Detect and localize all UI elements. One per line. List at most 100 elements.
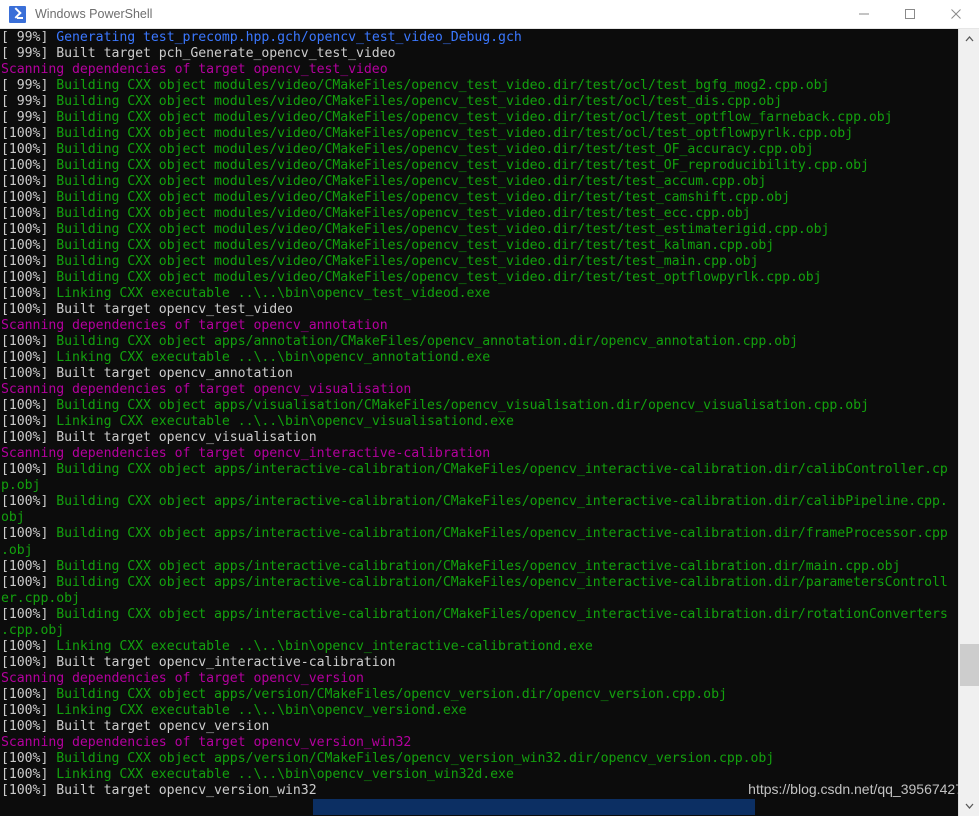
console-lines: [ 99%] Generating test_precomp.hpp.gch/o…	[0, 29, 958, 799]
scroll-up-icon	[965, 36, 973, 42]
scroll-down-button[interactable]	[959, 796, 979, 816]
console-line: [ 99%] Building CXX object modules/video…	[1, 78, 958, 94]
console-line-segment: Building CXX object modules/video/CMakeF…	[56, 174, 767, 190]
console-line-segment: [100%]	[1, 238, 57, 254]
console-line-segment: [100%]	[1, 126, 57, 142]
title-bar: Windows PowerShell	[0, 0, 979, 29]
console-line-segment: Building CXX object modules/video/CMakeF…	[56, 238, 775, 254]
console-line: [100%] Building CXX object modules/video…	[1, 174, 958, 190]
console-line-segment: Building CXX object modules/video/CMakeF…	[56, 222, 830, 238]
console-output-area[interactable]: [ 99%] Generating test_precomp.hpp.gch/o…	[0, 29, 958, 816]
console-line-segment: [100%] Built target opencv_visualisation	[1, 430, 317, 446]
console-line-segment: Linking CXX executable ..\..\bin\opencv_…	[56, 638, 593, 654]
console-line-segment: Building CXX object apps/interactive-cal…	[56, 494, 948, 510]
console-line: [100%] Building CXX object apps/interact…	[1, 607, 958, 623]
console-line-segment: Building CXX object apps/visualisation/C…	[56, 398, 869, 414]
console-line-segment: [100%]	[1, 158, 57, 174]
console-line: er.cpp.obj	[1, 591, 958, 607]
console-line: Scanning dependencies of target opencv_i…	[1, 446, 958, 462]
window-controls	[841, 0, 979, 28]
console-line-segment: Generating test_precomp.hpp.gch/opencv_t…	[56, 30, 522, 45]
console-line-segment: Scanning dependencies of target opencv_t…	[1, 62, 388, 78]
console-line-segment: Scanning dependencies of target opencv_v…	[1, 670, 364, 686]
console-line: [100%] Building CXX object apps/interact…	[1, 462, 958, 478]
console-line-segment: [100%]	[1, 606, 57, 622]
scroll-down-icon	[965, 803, 973, 809]
console-line: [ 99%] Building CXX object modules/video…	[1, 110, 958, 126]
console-line-segment: [100%]	[1, 190, 57, 206]
console-line: [100%] Building CXX object apps/interact…	[1, 575, 958, 591]
console-line-segment: [100%]	[1, 286, 57, 302]
console-line-segment: Building CXX object apps/interactive-cal…	[56, 462, 948, 478]
console-line-segment: [ 99%] Built target pch_Generate_opencv_…	[1, 46, 396, 62]
console-line-segment: [100%]	[1, 350, 57, 366]
console-line: [100%] Building CXX object apps/annotati…	[1, 334, 958, 350]
console-line-segment: [100%]	[1, 222, 57, 238]
console-line-segment: Scanning dependencies of target opencv_a…	[1, 318, 388, 334]
console-line: [100%] Building CXX object apps/version/…	[1, 751, 958, 767]
console-line: [100%] Building CXX object apps/interact…	[1, 526, 958, 542]
console-line-segment: obj	[1, 510, 25, 526]
console-line-segment: [100%] Built target opencv_version_win32	[1, 782, 317, 798]
console-line-segment: Linking CXX executable ..\..\bin\opencv_…	[56, 766, 514, 782]
scrollbar-thumb[interactable]	[960, 644, 979, 686]
console-line-segment: [ 99%]	[1, 94, 57, 110]
minimize-button[interactable]	[841, 0, 887, 28]
console-line: [100%] Building CXX object apps/version/…	[1, 687, 958, 703]
console-line-segment: Building CXX object apps/version/CMakeFi…	[56, 686, 727, 702]
console-line: [100%] Built target opencv_visualisation	[1, 430, 958, 446]
console-line-segment: [ 99%]	[1, 30, 57, 45]
console-line-segment: [100%]	[1, 254, 57, 270]
console-line-segment: Building CXX object apps/interactive-cal…	[56, 606, 948, 622]
selection-highlight	[313, 798, 755, 815]
console-line: .cpp.obj	[1, 623, 958, 639]
console-line-segment: Building CXX object apps/interactive-cal…	[56, 558, 901, 574]
prompt-line[interactable]: PS D:\programing\opencv\OpenCVMinGW64>	[0, 798, 958, 815]
console-line-segment: [100%] Built target opencv_annotation	[1, 366, 293, 382]
console-line-segment: Scanning dependencies of target opencv_v…	[1, 734, 412, 750]
console-line: Scanning dependencies of target opencv_v…	[1, 671, 958, 687]
console-line-segment: [100%]	[1, 766, 57, 782]
console-line: [100%] Built target opencv_annotation	[1, 366, 958, 382]
console-line-segment: .obj	[1, 542, 33, 558]
console-line-segment: [100%]	[1, 574, 57, 590]
maximize-icon	[905, 9, 915, 19]
console-line: Scanning dependencies of target opencv_t…	[1, 62, 958, 78]
scroll-up-button[interactable]	[959, 29, 979, 49]
console-line-segment: [100%]	[1, 270, 57, 286]
close-icon	[951, 9, 961, 19]
console-line-segment: Building CXX object apps/interactive-cal…	[56, 526, 948, 542]
console-line-segment: Building CXX object modules/video/CMakeF…	[56, 94, 783, 110]
console-line: Scanning dependencies of target opencv_v…	[1, 382, 958, 398]
console-line-segment: er.cpp.obj	[1, 590, 80, 606]
console-line-segment: .cpp.obj	[1, 622, 65, 638]
console-line: p.obj	[1, 478, 958, 494]
console-line: [100%] Built target opencv_version	[1, 719, 958, 735]
console-line-segment: Building CXX object modules/video/CMakeF…	[56, 206, 751, 222]
console-line-segment: [100%]	[1, 494, 57, 510]
console-line-segment: Building CXX object modules/video/CMakeF…	[56, 78, 830, 94]
console-line-segment: [100%]	[1, 414, 57, 430]
console-line: [100%] Building CXX object modules/video…	[1, 158, 958, 174]
console-line-segment: [100%]	[1, 686, 57, 702]
console-line-segment: Linking CXX executable ..\..\bin\opencv_…	[56, 414, 514, 430]
maximize-button[interactable]	[887, 0, 933, 28]
console-line: [100%] Building CXX object modules/video…	[1, 270, 958, 286]
console-line-segment: Building CXX object apps/interactive-cal…	[56, 574, 948, 590]
console-line: [100%] Building CXX object modules/video…	[1, 190, 958, 206]
console-line-segment: [100%]	[1, 750, 57, 766]
console-line: .obj	[1, 543, 958, 559]
vertical-scrollbar[interactable]	[958, 29, 979, 816]
console-line-segment: [100%] Built target opencv_test_video	[1, 302, 293, 318]
console-line-segment: [ 99%]	[1, 78, 57, 94]
console-line: [100%] Building CXX object modules/video…	[1, 254, 958, 270]
powershell-icon	[9, 5, 26, 23]
minimize-icon	[859, 13, 869, 15]
close-button[interactable]	[933, 0, 979, 28]
powershell-window: Windows PowerShell [ 99%] Generating tes…	[0, 0, 979, 816]
console-line: [100%] Linking CXX executable ..\..\bin\…	[1, 639, 958, 655]
console-line: [100%] Linking CXX executable ..\..\bin\…	[1, 286, 958, 302]
console-line: [100%] Linking CXX executable ..\..\bin\…	[1, 767, 958, 783]
console-line: [100%] Building CXX object modules/video…	[1, 126, 958, 142]
console-line-segment: [100%]	[1, 526, 57, 542]
